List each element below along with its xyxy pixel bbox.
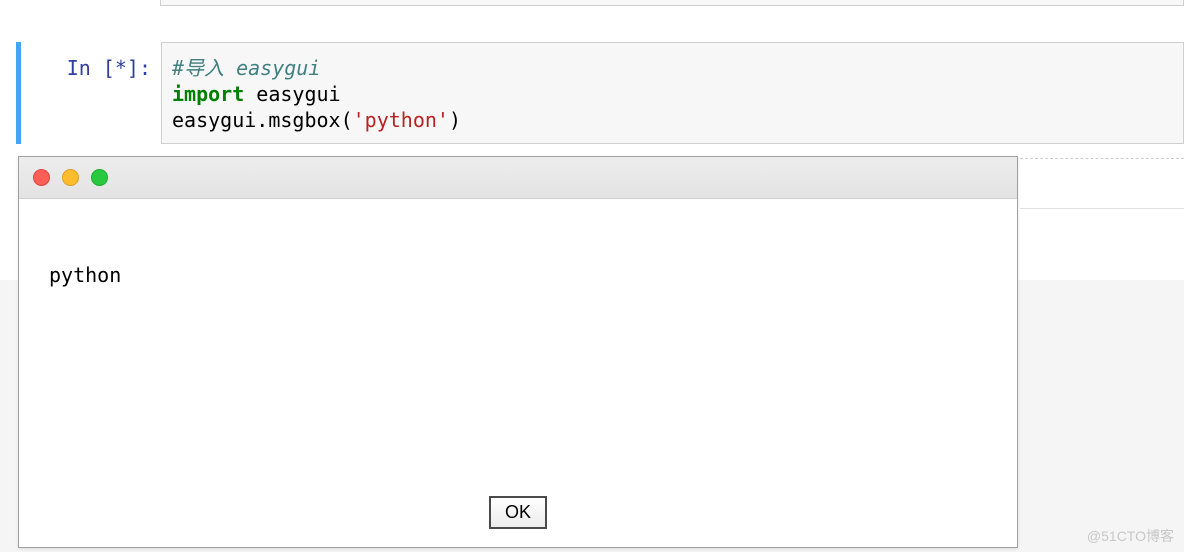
prompt-prefix: In [ [67,56,115,80]
prompt-status: * [115,56,127,80]
ok-button[interactable]: OK [489,496,547,529]
dialog-message: python [19,199,1017,307]
comment-text: #导入 easygui [172,56,320,80]
maximize-icon[interactable] [91,169,108,186]
module-name: easygui [244,82,340,106]
divider-dotted [1020,158,1184,159]
dialog-footer: OK [19,496,1017,529]
watermark-text: @51CTO博客 [1087,526,1174,546]
previous-cell-edge [160,0,1184,6]
code-line-2: import easygui [172,81,1173,107]
close-paren: ) [449,108,461,132]
function-call: easygui.msgbox( [172,108,353,132]
code-editor[interactable]: #导入 easygui import easygui easygui.msgbo… [161,42,1184,144]
close-icon[interactable] [33,169,50,186]
import-keyword: import [172,82,244,106]
minimize-icon[interactable] [62,169,79,186]
divider-thin [1020,208,1184,209]
prompt-suffix: ]: [127,56,151,80]
code-line-3: easygui.msgbox('python') [172,107,1173,133]
msgbox-dialog: python OK [18,156,1018,548]
input-prompt: In [*]: [21,42,161,144]
code-cell[interactable]: In [*]: #导入 easygui import easygui easyg… [16,42,1184,144]
code-line-1: #导入 easygui [172,55,1173,81]
string-literal: 'python' [353,108,449,132]
window-titlebar[interactable] [19,157,1017,199]
